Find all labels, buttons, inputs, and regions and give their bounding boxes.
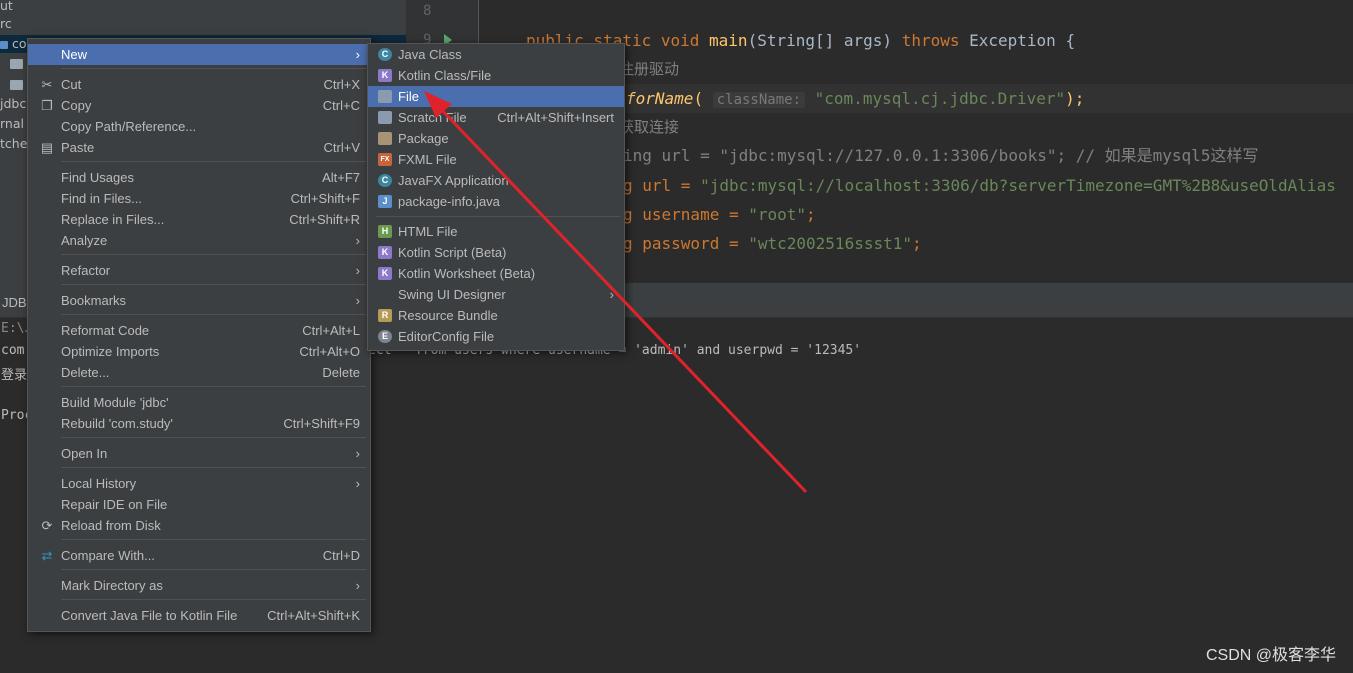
- arrow-shaft: [435, 103, 808, 494]
- annotation-arrow: [424, 91, 808, 494]
- watermark: CSDN @极客李华: [1205, 647, 1336, 664]
- arrow-head: [424, 91, 452, 118]
